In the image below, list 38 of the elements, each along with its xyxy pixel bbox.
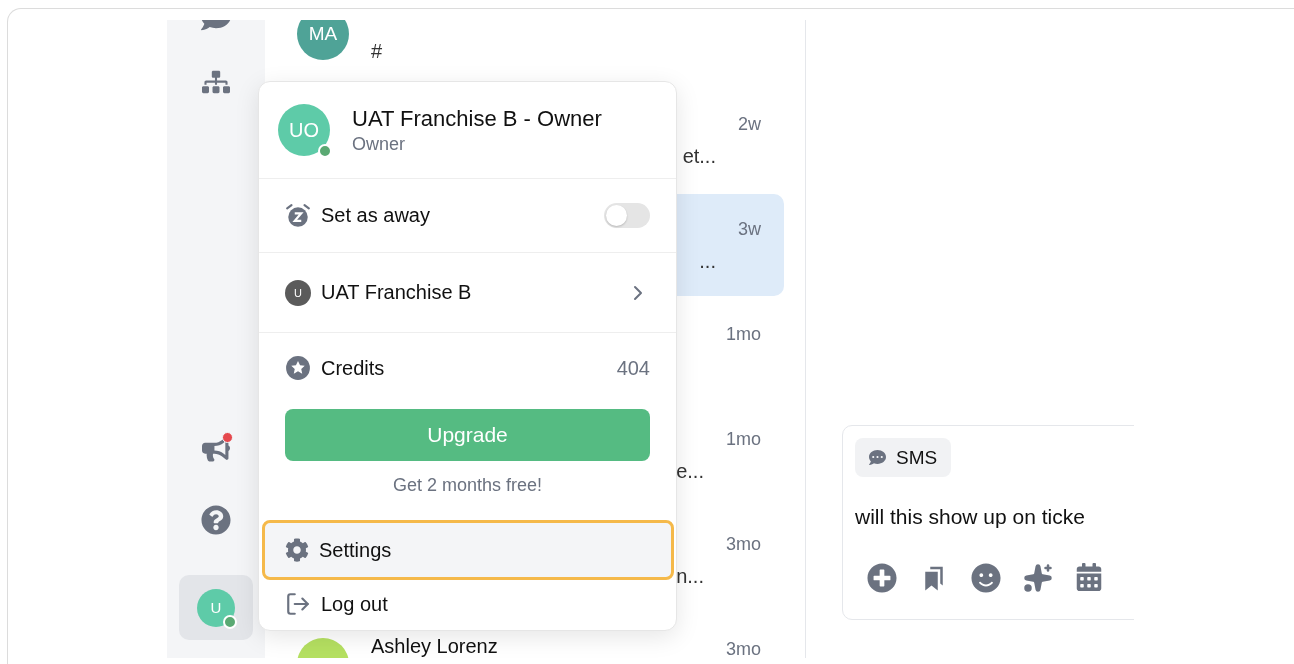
message-preview: n... [676,564,704,589]
user-avatar: UO [278,104,330,156]
message-preview: # [371,39,383,64]
user-name: UAT Franchise B - Owner [352,105,602,132]
credits-count: 404 [616,356,650,380]
away-label: Set as away [321,204,431,227]
star-badge-icon [285,355,311,381]
contact-name: Ashley Lorenz [371,634,499,658]
conversation-time: 1mo [726,428,761,448]
sparkles-icon[interactable] [1023,563,1053,593]
message-preview: ... [699,249,716,274]
conversation-item[interactable]: MA # [275,20,784,86]
hierarchy-icon [202,68,230,96]
workspace-avatar: U [285,279,311,306]
settings-item[interactable]: Settings [262,520,674,580]
promo-note: Get 2 months free! [392,475,543,496]
message-preview: et... [682,144,716,169]
conversation-time: 3mo [726,533,761,553]
calendar-icon[interactable] [1075,563,1103,591]
credits-label: Credits [321,356,386,380]
conversation-time: 2w [738,113,761,133]
logout-icon [285,591,311,617]
user-role: Owner [352,133,406,155]
add-icon[interactable] [867,563,897,593]
alarm-clock-icon [285,202,311,229]
conversation-time: 3mo [726,638,761,658]
workspace-item[interactable]: U UAT Franchise B [259,253,676,333]
conversation-time: 3w [738,218,761,238]
away-toggle[interactable] [604,203,650,228]
workspace-label: UAT Franchise B [321,281,473,304]
smiley-icon[interactable] [971,563,1001,593]
chat-bubble-icon [869,449,886,466]
settings-icon [285,538,309,562]
channel-chip[interactable]: SMS [855,438,952,477]
channel-label: SMS [896,446,938,469]
message-text: will this show up on ticke [855,505,1086,529]
contact-avatar: MA [297,20,349,60]
message-preview: e... [676,459,704,484]
